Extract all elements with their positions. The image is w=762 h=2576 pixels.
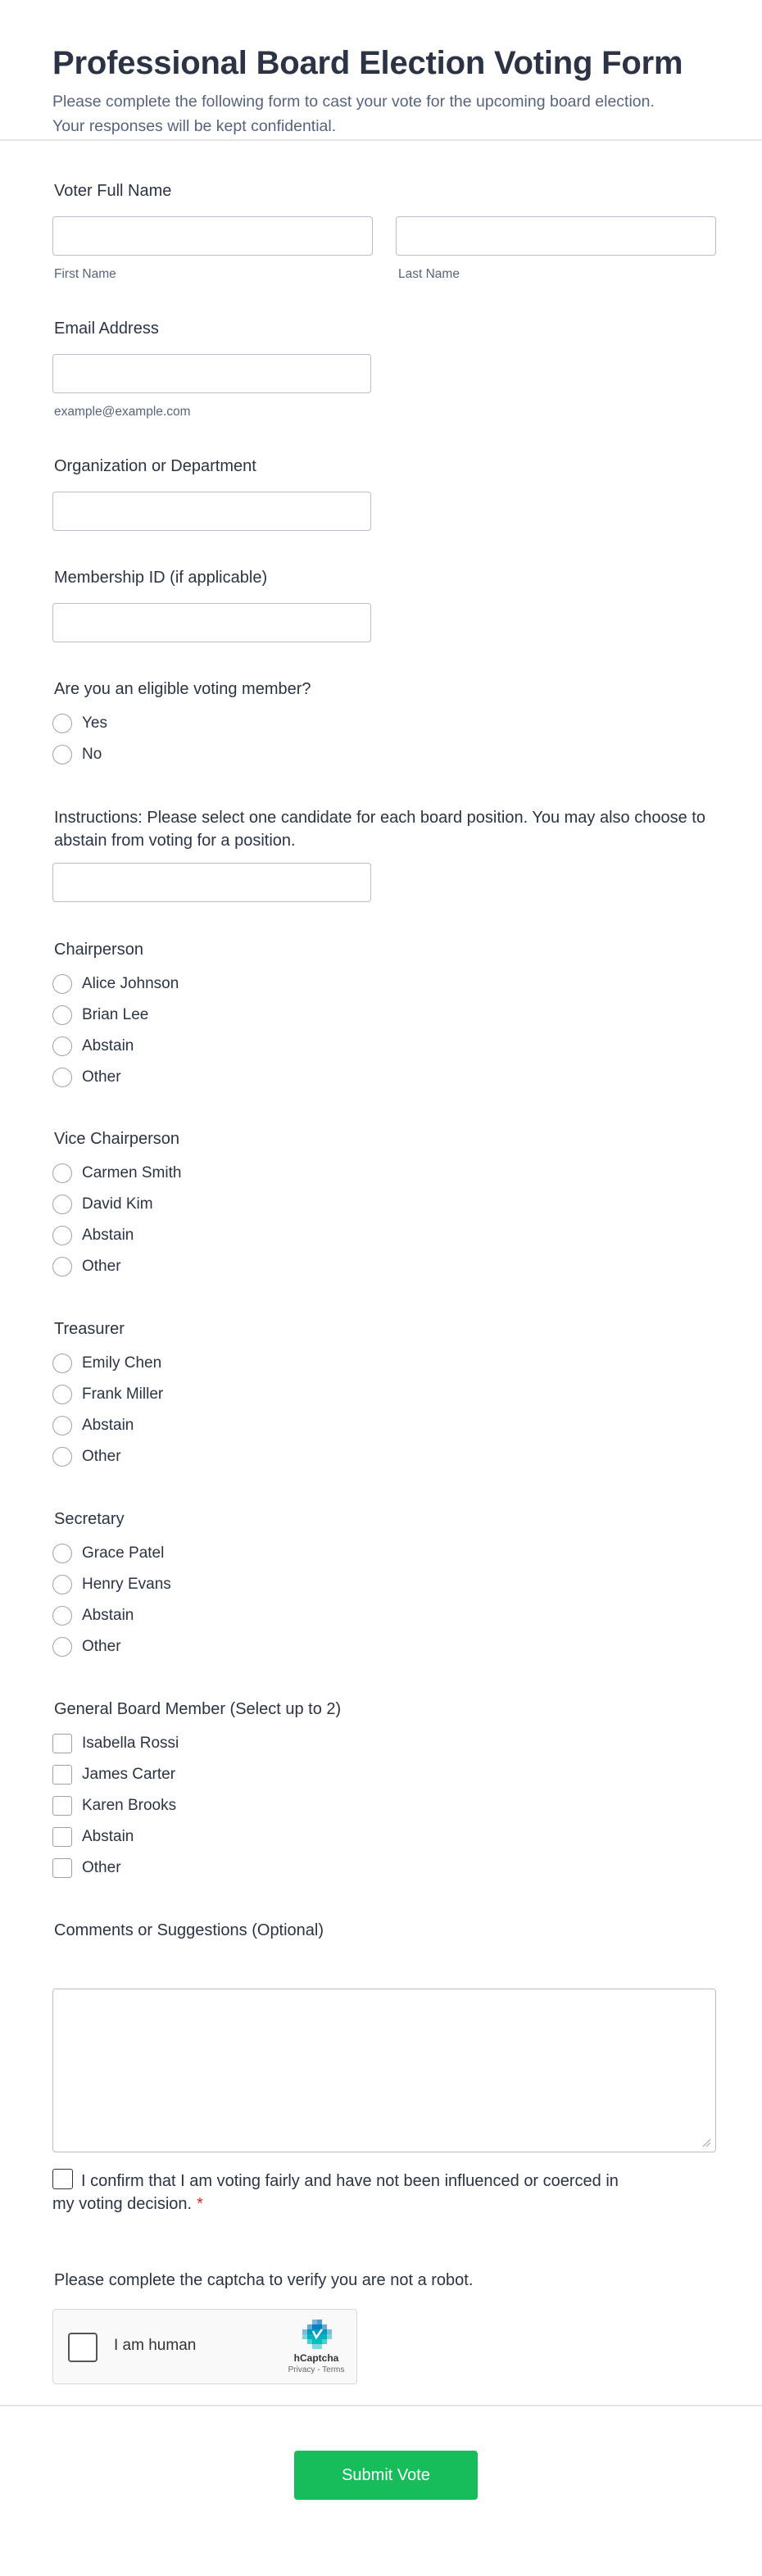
checkbox[interactable] [52,1765,72,1785]
treasurer-option[interactable]: Other [52,1445,121,1468]
radio-button[interactable] [52,1385,72,1404]
general-member-option[interactable]: Abstain [52,1825,134,1848]
secretary-option[interactable]: Abstain [52,1604,134,1627]
eligible-option-yes[interactable]: Yes [52,712,107,735]
radio-button[interactable] [52,1447,72,1467]
email-input[interactable] [52,354,371,393]
eligible-label: Are you an eligible voting member? [54,680,311,698]
comments-textarea[interactable] [52,1989,716,2152]
checkbox[interactable] [52,1734,72,1753]
vice-chair-label: Vice Chairperson [54,1130,180,1148]
secretary-option[interactable]: Other [52,1635,121,1658]
radio-button[interactable] [52,1544,72,1563]
radio-button[interactable] [52,974,72,994]
radio-button[interactable] [52,1163,72,1183]
general-member-option[interactable]: Isabella Rossi [52,1732,179,1755]
checkbox[interactable] [52,1796,72,1816]
radio-button[interactable] [52,1068,72,1087]
radio-button[interactable] [52,745,72,764]
last-name-input[interactable] [396,216,716,256]
first-name-input[interactable] [52,216,373,256]
captcha-checkbox-label: I am human [114,2337,197,2354]
treasurer-label: Treasurer [54,1320,125,1338]
membership-label: Membership ID (if applicable) [54,569,268,587]
radio-button[interactable] [52,714,72,733]
comments-label: Comments or Suggestions (Optional) [54,1921,324,1939]
required-mark: * [197,2195,203,2213]
captcha-links[interactable]: Privacy - Terms [283,2365,350,2374]
captcha-widget: I am human hCaptcha Privacy - Terms [52,2309,357,2384]
radio-button[interactable] [52,1606,72,1626]
captcha-label: Please complete the captcha to verify yo… [54,2271,474,2289]
radio-button[interactable] [52,1354,72,1373]
chairperson-option[interactable]: Other [52,1066,121,1089]
page-subtitle: Please complete the following form to ca… [52,93,655,135]
captcha-checkbox[interactable] [68,2333,98,2362]
chairperson-option[interactable]: Abstain [52,1035,134,1058]
resize-handle-icon[interactable] [701,2138,711,2147]
general-member-option[interactable]: James Carter [52,1763,175,1786]
membership-input[interactable] [52,603,371,642]
form-header: Professional Board Election Voting Form … [0,0,762,139]
treasurer-option[interactable]: Abstain [52,1414,134,1437]
confirm-text: I confirm that I am voting fairly and ha… [52,2172,619,2213]
first-name-sublabel: First Name [54,267,116,281]
page-title: Professional Board Election Voting Form [52,45,683,81]
radio-button[interactable] [52,1416,72,1435]
email-label: Email Address [54,320,159,338]
submit-vote-button[interactable]: Submit Vote [294,2451,478,2500]
confirm-checkbox[interactable] [52,2169,73,2189]
radio-button[interactable] [52,1257,72,1277]
radio-button[interactable] [52,1195,72,1214]
radio-button[interactable] [52,1575,72,1594]
footer-divider [0,2405,762,2406]
instructions-label: Instructions: Please select one candidat… [54,809,705,850]
general-member-label: General Board Member (Select up to 2) [54,1700,342,1718]
radio-button[interactable] [52,1005,72,1025]
radio-button[interactable] [52,1036,72,1056]
organization-input[interactable] [52,492,371,531]
vice-chair-option[interactable]: Carmen Smith [52,1162,181,1185]
vice-chair-option[interactable]: Other [52,1255,121,1278]
secretary-label: Secretary [54,1510,125,1528]
captcha-brand: hCaptcha [293,2352,339,2364]
general-member-option[interactable]: Other [52,1857,121,1880]
treasurer-option[interactable]: Emily Chen [52,1352,161,1375]
vice-chair-option[interactable]: Abstain [52,1224,134,1247]
general-member-option[interactable]: Karen Brooks [52,1794,176,1817]
confirm-field: I confirm that I am voting fairly and ha… [52,2169,642,2215]
email-sublabel: example@example.com [54,405,191,419]
form-body: Voter Full Name First Name Last Name Ema… [0,141,762,2500]
secretary-option[interactable]: Henry Evans [52,1573,171,1596]
radio-button[interactable] [52,1226,72,1245]
radio-button[interactable] [52,1637,72,1657]
organization-label: Organization or Department [54,457,256,475]
hcaptcha-logo-icon [302,2320,332,2349]
checkbox[interactable] [52,1827,72,1847]
chairperson-option[interactable]: Alice Johnson [52,973,179,995]
vice-chair-option[interactable]: David Kim [52,1193,153,1216]
checkbox[interactable] [52,1858,72,1878]
voter-name-label: Voter Full Name [54,182,172,200]
last-name-sublabel: Last Name [398,267,460,281]
chairperson-option[interactable]: Brian Lee [52,1004,148,1027]
chairperson-label: Chairperson [54,941,143,959]
instructions-input[interactable] [52,863,371,902]
secretary-option[interactable]: Grace Patel [52,1542,164,1565]
eligible-option-no[interactable]: No [52,743,102,766]
treasurer-option[interactable]: Frank Miller [52,1383,163,1406]
